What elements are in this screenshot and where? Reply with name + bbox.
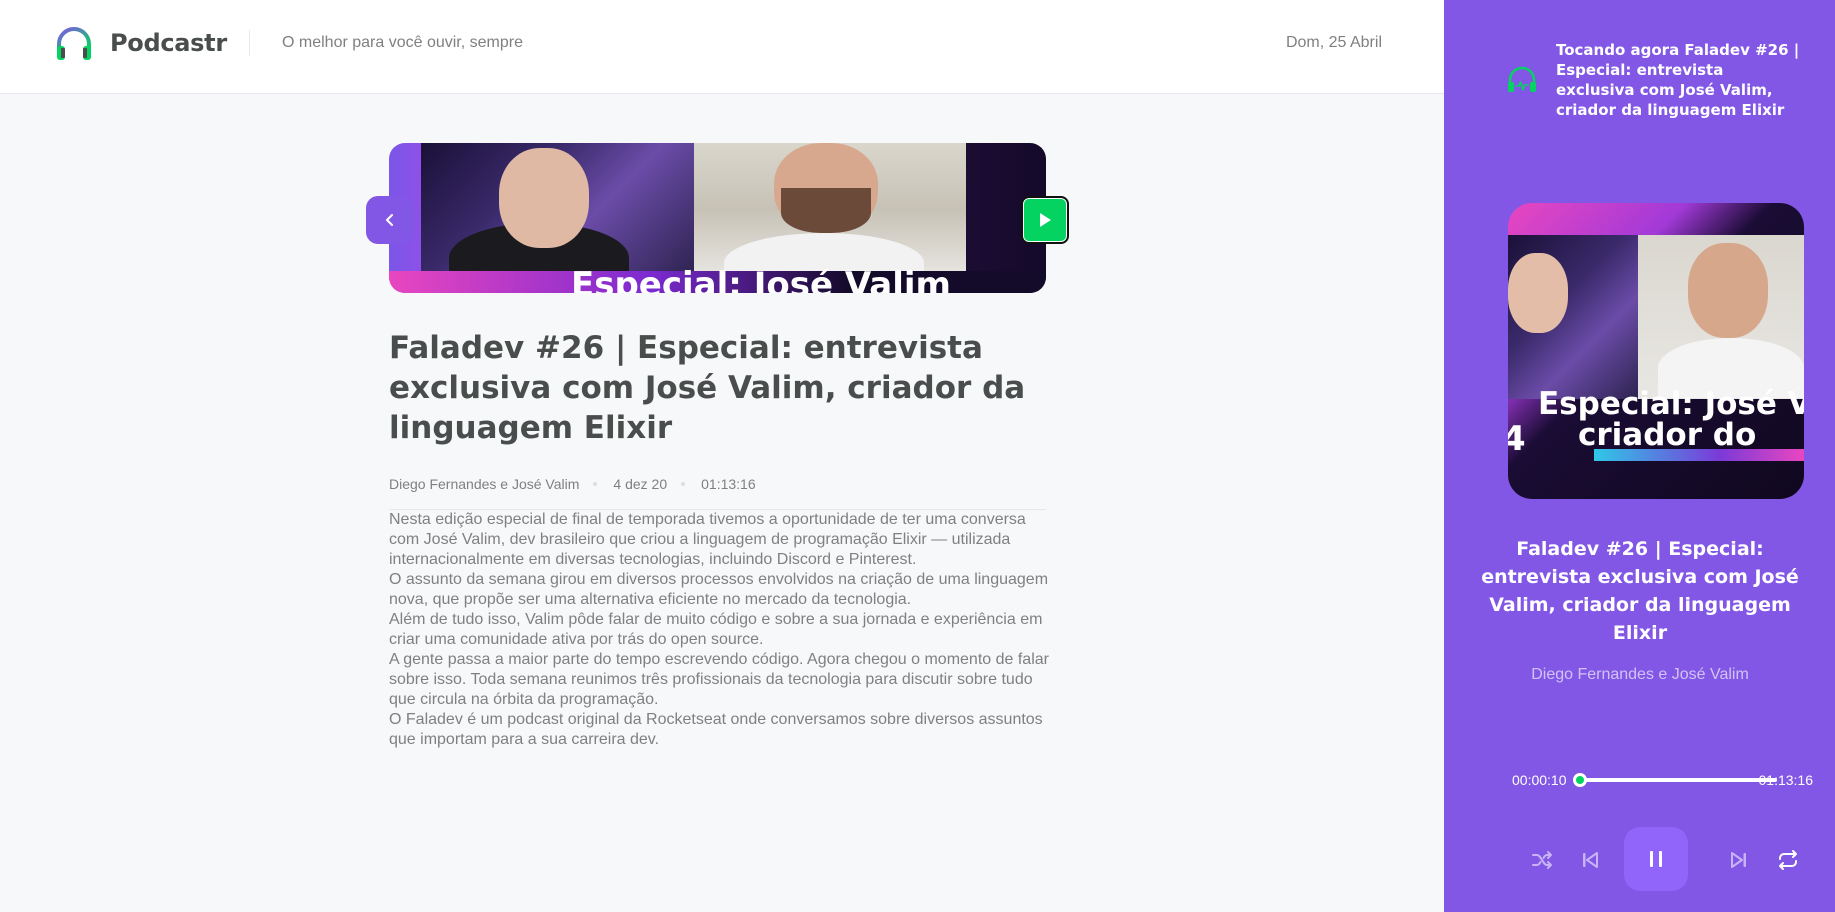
next-icon bbox=[1731, 852, 1746, 868]
episode-title: Faladev #26 | Especial: entrevista exclu… bbox=[389, 330, 1026, 446]
tagline: O melhor para você ouvir, sempre bbox=[282, 34, 523, 51]
progress-slider-handle[interactable] bbox=[1573, 773, 1588, 787]
header: Podcastr O melhor para você ouvir, sempr… bbox=[0, 0, 1444, 94]
back-button[interactable] bbox=[366, 196, 414, 244]
play-icon bbox=[1040, 213, 1051, 227]
header-divider bbox=[249, 30, 250, 56]
repeat-button[interactable] bbox=[1774, 846, 1802, 874]
current-time: 00:00:10 bbox=[1512, 772, 1567, 788]
pause-button[interactable] bbox=[1624, 827, 1688, 891]
episode-thumbnail-container: Especial: José Valim bbox=[389, 143, 1046, 293]
episode-published-date: 4 dez 20 bbox=[613, 476, 668, 492]
thumbnail-caption: Especial: José Valim bbox=[571, 265, 951, 293]
player-sidebar: Tocando agora Faladev #26 | Especial: en… bbox=[1444, 0, 1835, 912]
cover-caption: Especial: José V criador do bbox=[1538, 389, 1804, 451]
description-paragraph: A gente passa a maior parte do tempo esc… bbox=[389, 651, 1049, 708]
logo-text: Podcastr bbox=[110, 29, 227, 57]
chevron-left-icon bbox=[386, 214, 393, 226]
description-paragraph: Além de tudo isso, Valim pôde falar de m… bbox=[389, 611, 1043, 648]
main-content: Podcastr O melhor para você ouvir, sempr… bbox=[0, 0, 1444, 912]
episode-description: Nesta edição especial de final de tempor… bbox=[389, 510, 1049, 750]
cover-person-right-face bbox=[1688, 243, 1768, 338]
pause-icon bbox=[1650, 851, 1662, 867]
meta-separator-dot bbox=[681, 482, 686, 486]
player-cover-image: 4 Especial: José V criador do bbox=[1508, 203, 1804, 499]
thumbnail-person-left-face bbox=[499, 148, 589, 248]
next-button[interactable] bbox=[1725, 846, 1753, 874]
cover-caption-line2: criador do bbox=[1578, 417, 1757, 453]
meta-separator-dot bbox=[593, 482, 598, 486]
previous-icon bbox=[1583, 852, 1598, 868]
episode-members: Diego Fernandes e José Valim bbox=[389, 476, 580, 492]
now-playing-headphones-icon bbox=[1508, 66, 1536, 92]
cover-episode-number: 4 bbox=[1508, 419, 1526, 459]
description-paragraph: Nesta edição especial de final de tempor… bbox=[389, 511, 1026, 568]
previous-button[interactable] bbox=[1576, 846, 1604, 874]
shuffle-icon bbox=[1532, 851, 1552, 869]
current-date: Dom, 25 Abril bbox=[1285, 34, 1382, 51]
shuffle-button[interactable] bbox=[1528, 846, 1556, 874]
repeat-icon bbox=[1779, 850, 1797, 870]
player-episode-title: Faladev #26 | Especial: entrevista exclu… bbox=[1481, 538, 1799, 644]
description-paragraph: O assunto da semana girou em diversos pr… bbox=[389, 571, 1049, 608]
episode-duration: 01:13:16 bbox=[701, 476, 756, 492]
headphones-logo-icon bbox=[57, 27, 91, 60]
now-playing-label: Tocando agora Faladev #26 | Especial: en… bbox=[1556, 41, 1800, 119]
description-paragraph: O Faladev é um podcast original da Rocke… bbox=[389, 711, 1043, 748]
play-episode-button[interactable] bbox=[1021, 196, 1069, 244]
episode-thumbnail: Especial: José Valim bbox=[389, 143, 1046, 293]
total-duration: 01:13:16 bbox=[1758, 772, 1814, 788]
thumbnail-person-right-beard bbox=[781, 188, 871, 233]
player-episode-members: Diego Fernandes e José Valim bbox=[1531, 666, 1749, 683]
cover-person-left-face bbox=[1508, 253, 1568, 333]
progress-slider[interactable] bbox=[1573, 773, 1777, 787]
episode-meta: Diego Fernandes e José Valim 4 dez 20 01… bbox=[389, 476, 756, 492]
